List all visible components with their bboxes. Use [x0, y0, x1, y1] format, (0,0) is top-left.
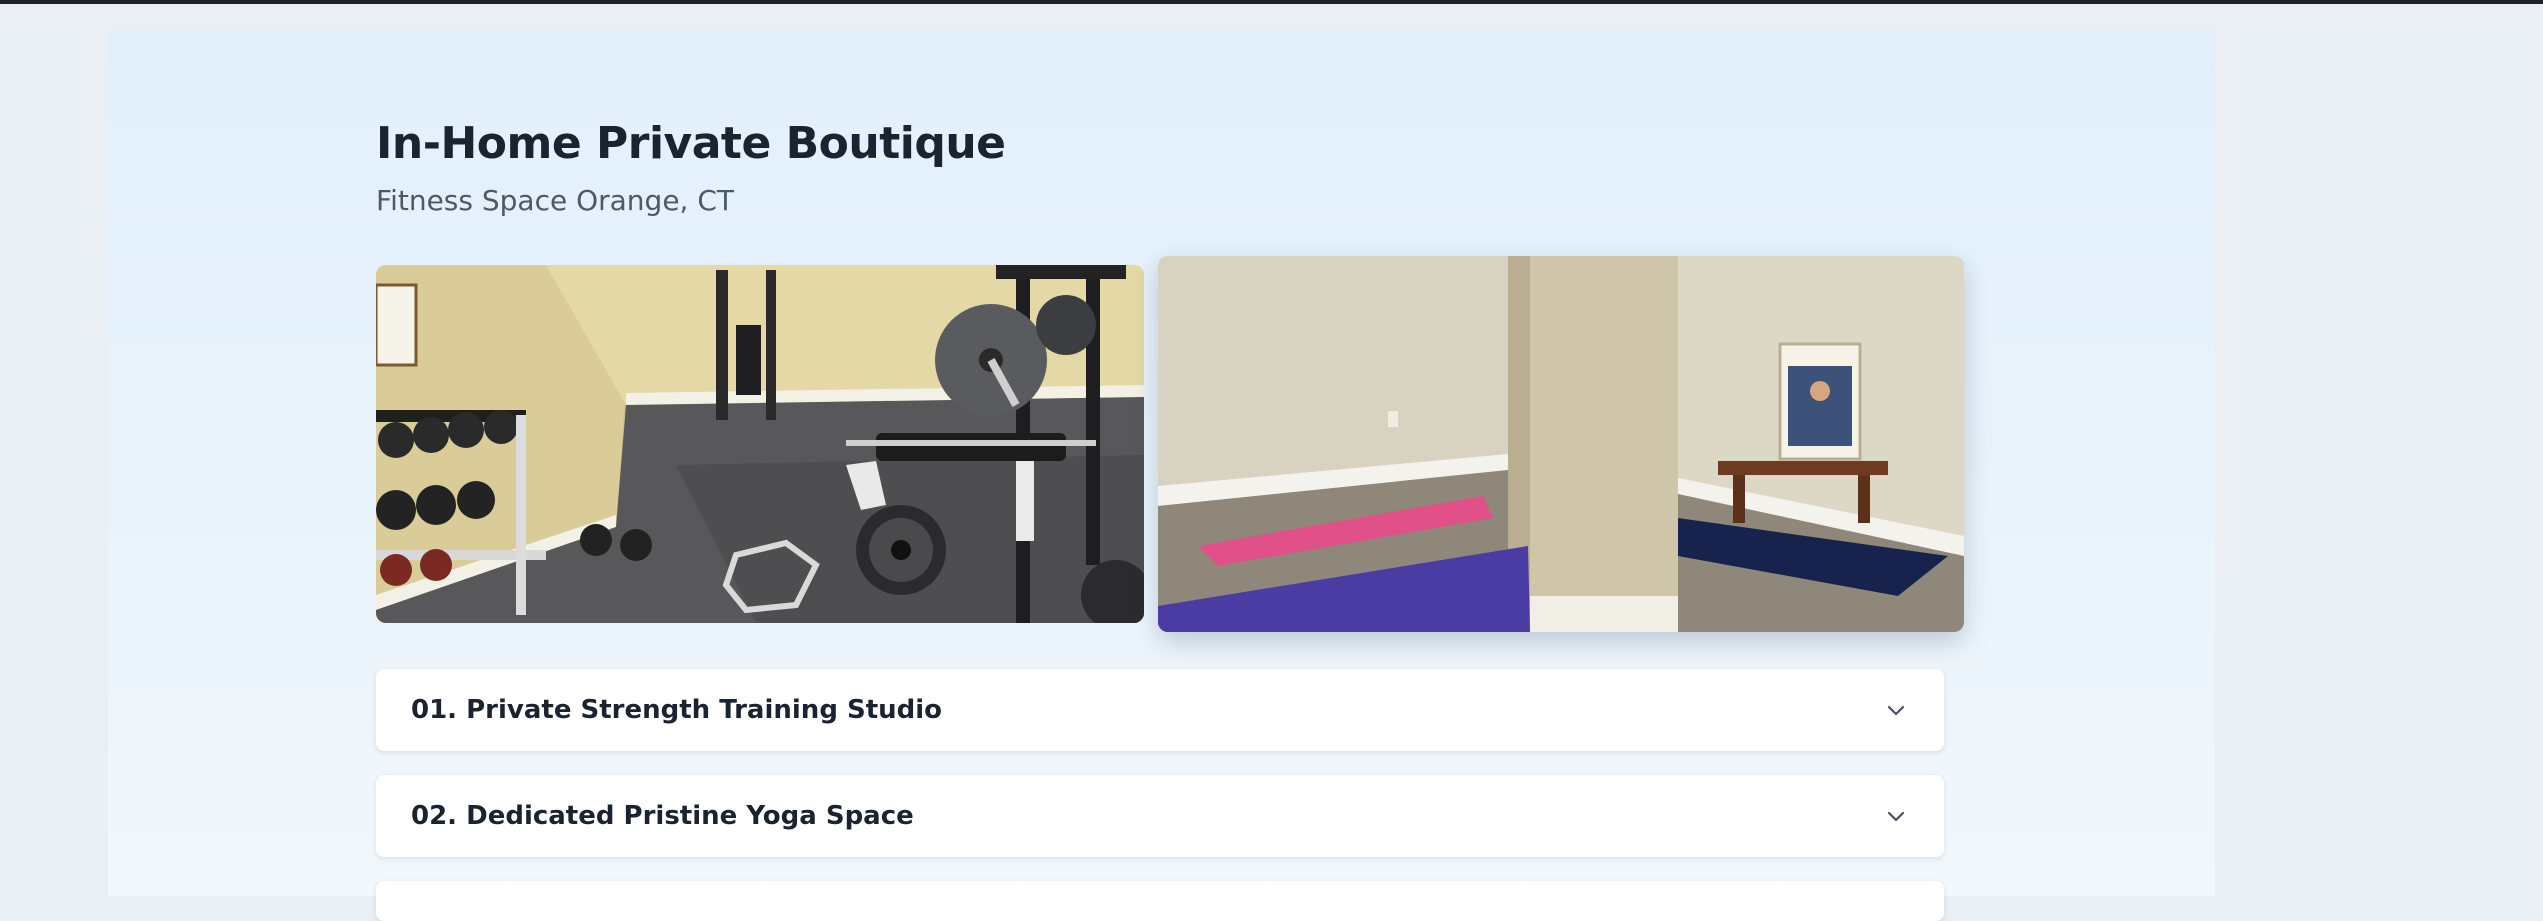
page-title: In-Home Private Boutique	[376, 118, 1006, 169]
accordion-item-yoga-space[interactable]: 02. Dedicated Pristine Yoga Space	[376, 775, 1944, 857]
accordion-item-label: 01. Private Strength Training Studio	[411, 695, 943, 725]
chevron-down-icon	[1887, 811, 1905, 822]
accordion-item-label: 02. Dedicated Pristine Yoga Space	[411, 801, 914, 831]
accordion-item-strength-studio[interactable]: 01. Private Strength Training Studio	[376, 669, 1944, 751]
chevron-down-icon	[1887, 705, 1905, 716]
gym-photo	[376, 265, 1144, 623]
top-border	[0, 0, 2543, 4]
yoga-photo	[1158, 256, 1964, 632]
page-subtitle: Fitness Space Orange, CT	[376, 184, 735, 217]
accordion-item-partial[interactable]	[376, 881, 1944, 921]
